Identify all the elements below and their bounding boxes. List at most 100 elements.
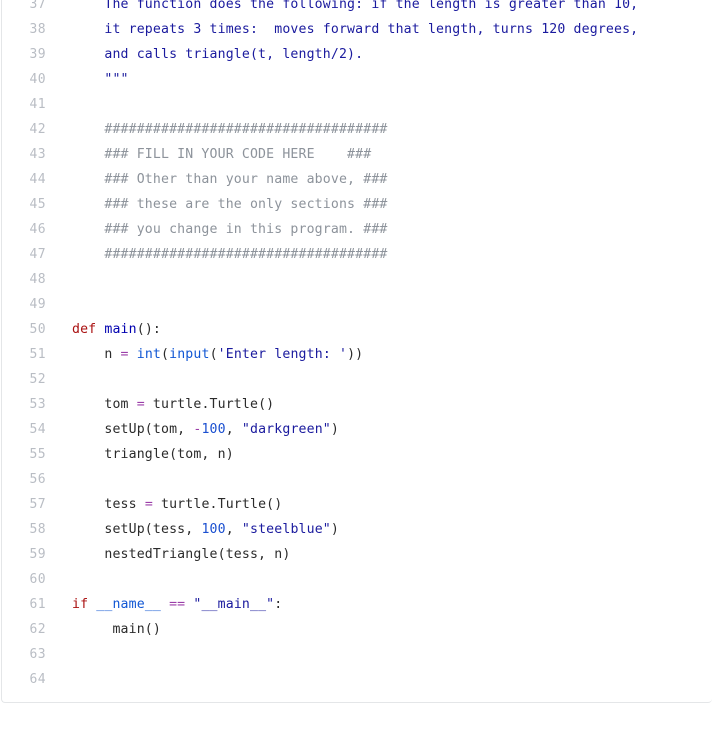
code-line[interactable]: 55 triangle(tom, n)	[2, 442, 712, 467]
code-line[interactable]: 61 if __name__ == "__main__":	[2, 592, 712, 617]
code-line[interactable]: 41	[2, 92, 712, 117]
code-line[interactable]: 64	[2, 667, 712, 692]
code-token: turtle.Turtle()	[152, 497, 283, 512]
code-token: it repeats 3 times: moves forward that l…	[72, 22, 639, 37]
code-line-content[interactable]	[58, 92, 712, 117]
line-number: 50	[29, 322, 46, 337]
code-line[interactable]: 46 ### you change in this program. ###	[2, 217, 712, 242]
code-token: ,	[225, 422, 242, 437]
code-line-content[interactable]: setUp(tom, -100, "darkgreen")	[58, 417, 712, 442]
code-line[interactable]: 63	[2, 642, 712, 667]
code-line[interactable]: 44 ### Other than your name above, ###	[2, 167, 712, 192]
code-token: input	[169, 347, 210, 362]
code-token: (	[161, 347, 170, 362]
code-line[interactable]: 49	[2, 292, 712, 317]
code-line[interactable]: 39 and calls triangle(t, length/2).	[2, 42, 712, 67]
code-token: 'Enter length: '	[217, 347, 348, 362]
code-token: ### you change in this program. ###	[72, 222, 388, 237]
code-line-content[interactable]: setUp(tess, 100, "steelblue")	[58, 517, 712, 542]
code-line[interactable]: 43 ### FILL IN YOUR CODE HERE ###	[2, 142, 712, 167]
code-line-content[interactable]	[58, 667, 712, 692]
code-line[interactable]: 58 setUp(tess, 100, "steelblue")	[2, 517, 712, 542]
code-line-content[interactable]	[58, 467, 712, 492]
line-number: 37	[29, 0, 46, 12]
code-token: tom	[72, 397, 137, 412]
line-number: 38	[29, 22, 46, 37]
code-line-content[interactable]: tess = turtle.Turtle()	[58, 492, 712, 517]
code-line-content[interactable]: main()	[58, 617, 712, 642]
code-line[interactable]: 51 n = int(input('Enter length: '))	[2, 342, 712, 367]
code-token: ==	[169, 597, 186, 612]
code-line[interactable]: 54 setUp(tom, -100, "darkgreen")	[2, 417, 712, 442]
line-number: 44	[29, 172, 46, 187]
code-editor-panel: 37 The function does the following: if t…	[1, 0, 712, 703]
code-line[interactable]: 42 ###################################	[2, 117, 712, 142]
code-token: and calls triangle(t, length/2).	[72, 47, 364, 62]
line-number: 43	[29, 147, 46, 162]
code-line-content[interactable]: def main():	[58, 317, 712, 342]
code-line-content[interactable]: and calls triangle(t, length/2).	[58, 42, 712, 67]
line-number: 63	[29, 647, 46, 662]
line-number: 58	[29, 522, 46, 537]
code-line-content[interactable]	[58, 367, 712, 392]
line-number: 60	[29, 572, 46, 587]
line-number: 42	[29, 122, 46, 137]
code-token: =	[144, 497, 153, 512]
code-line-content[interactable]	[58, 642, 712, 667]
code-line-content[interactable]: ### FILL IN YOUR CODE HERE ###	[58, 142, 712, 167]
code-line-content[interactable]: ###################################	[58, 117, 712, 142]
line-number: 51	[29, 347, 46, 362]
code-line-content[interactable]	[58, 267, 712, 292]
line-number: 61	[29, 597, 46, 612]
code-line-content[interactable]: """	[58, 67, 712, 92]
code-line[interactable]: 52	[2, 367, 712, 392]
code-line[interactable]: 56	[2, 467, 712, 492]
line-number: 53	[29, 397, 46, 412]
code-line-content[interactable]: The function does the following: if the …	[58, 0, 712, 17]
code-line-content[interactable]: it repeats 3 times: moves forward that l…	[58, 17, 712, 42]
code-line-content[interactable]	[58, 567, 712, 592]
code-line-content[interactable]: ### Other than your name above, ###	[58, 167, 712, 192]
code-line[interactable]: 62 main()	[2, 617, 712, 642]
code-line-content[interactable]: nestedTriangle(tess, n)	[58, 542, 712, 567]
code-line-content[interactable]: ### these are the only sections ###	[58, 192, 712, 217]
code-token: ():	[136, 322, 162, 337]
code-line[interactable]: 48	[2, 267, 712, 292]
code-token: def	[72, 322, 97, 337]
code-line-content[interactable]: tom = turtle.Turtle()	[58, 392, 712, 417]
code-token: (	[209, 347, 218, 362]
line-number: 56	[29, 472, 46, 487]
code-token: =	[120, 347, 129, 362]
code-line-list: 37 The function does the following: if t…	[2, 0, 712, 692]
code-token: ,	[225, 522, 242, 537]
code-scroll-area[interactable]: 37 The function does the following: if t…	[2, 0, 712, 702]
code-line-content[interactable]: triangle(tom, n)	[58, 442, 712, 467]
code-token: ))	[347, 347, 364, 362]
line-number: 46	[29, 222, 46, 237]
code-line-content[interactable]: if __name__ == "__main__":	[58, 592, 712, 617]
code-line[interactable]: 37 The function does the following: if t…	[2, 0, 712, 17]
code-line-content[interactable]: ###################################	[58, 242, 712, 267]
code-line[interactable]: 57 tess = turtle.Turtle()	[2, 492, 712, 517]
code-line[interactable]: 47 ###################################	[2, 242, 712, 267]
code-token: =	[136, 397, 145, 412]
line-number: 54	[29, 422, 46, 437]
code-line[interactable]: 40 """	[2, 67, 712, 92]
code-line[interactable]: 38 it repeats 3 times: moves forward tha…	[2, 17, 712, 42]
code-token: main	[104, 322, 137, 337]
line-number: 62	[29, 622, 46, 637]
code-line-content[interactable]: n = int(input('Enter length: '))	[58, 342, 712, 367]
line-number: 55	[29, 447, 46, 462]
code-line[interactable]: 53 tom = turtle.Turtle()	[2, 392, 712, 417]
code-line-content[interactable]	[58, 292, 712, 317]
code-line[interactable]: 59 nestedTriangle(tess, n)	[2, 542, 712, 567]
code-line[interactable]: 60	[2, 567, 712, 592]
code-line-content[interactable]: ### you change in this program. ###	[58, 217, 712, 242]
code-token: turtle.Turtle()	[144, 397, 275, 412]
code-line[interactable]: 45 ### these are the only sections ###	[2, 192, 712, 217]
code-token: n	[72, 347, 121, 362]
code-line[interactable]: 50 def main():	[2, 317, 712, 342]
line-number: 64	[29, 672, 46, 687]
